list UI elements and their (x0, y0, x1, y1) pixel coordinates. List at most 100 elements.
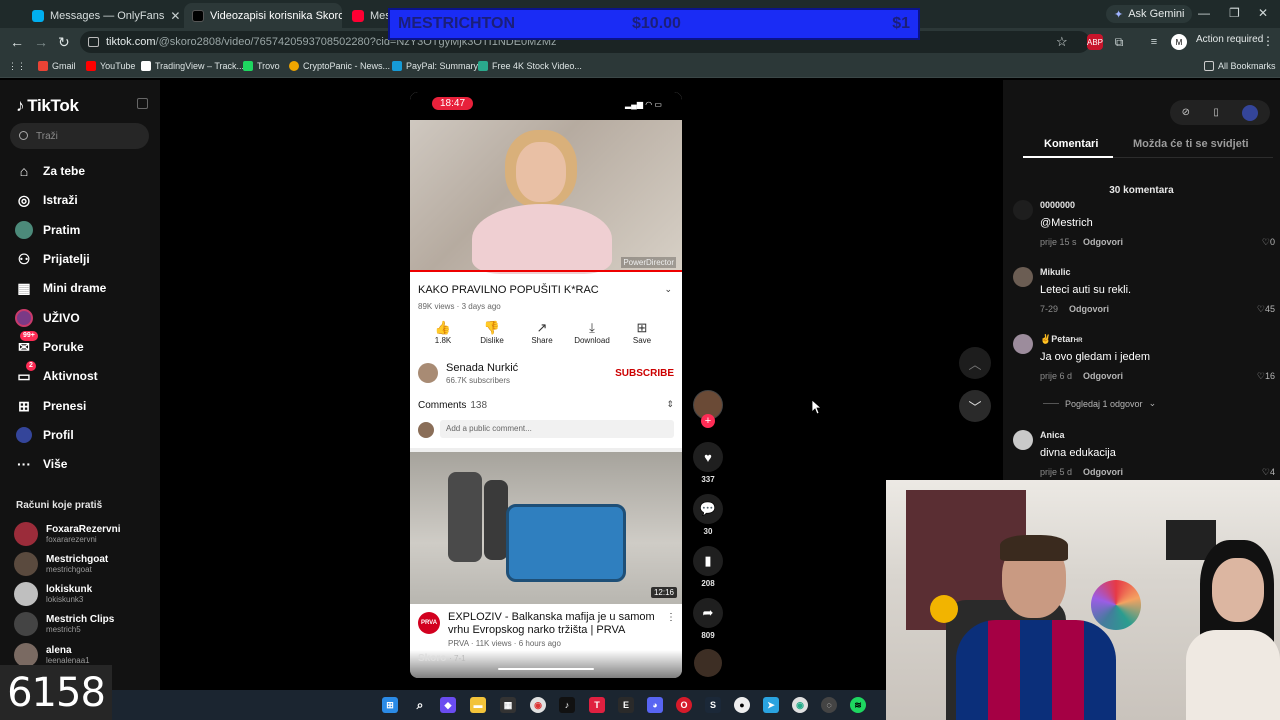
download-button[interactable]: ⤓ Download (567, 320, 617, 345)
forward-icon[interactable]: → (34, 34, 48, 50)
next-video-button[interactable]: ﹀ (959, 390, 991, 422)
followed-account[interactable]: lokiskunk lokiskunk3 (14, 580, 92, 608)
dislike-button[interactable]: 👎 Dislike (467, 320, 517, 345)
chrome-profile-icon[interactable]: ◉ (792, 697, 808, 713)
bookmark-gmail[interactable]: Gmail (38, 61, 76, 71)
nav-explore[interactable]: ◎ Istraži (14, 188, 78, 212)
bookmark-trovo[interactable]: Trovo (243, 61, 280, 71)
ask-gemini-button[interactable]: ✦ Ask Gemini (1106, 5, 1193, 23)
tab-suggestions[interactable]: Možda će ti se svidjeti (1133, 138, 1249, 150)
reply-button[interactable]: Odgovori (1083, 467, 1123, 477)
chrome-icon[interactable]: ◉ (530, 697, 546, 713)
comment-like-button[interactable]: ♡45 (1257, 304, 1275, 315)
comments-header[interactable]: Comments 138 (418, 400, 487, 411)
epic-games-icon[interactable]: E (618, 697, 634, 713)
followed-account[interactable]: Mestrich Clips mestrich5 (14, 610, 114, 638)
previous-video-button[interactable]: ︿ (959, 347, 991, 379)
minimize-icon[interactable]: — (1198, 6, 1210, 20)
store-icon[interactable]: ▦ (500, 697, 516, 713)
extensions-icon[interactable]: ⧉ (1111, 34, 1127, 50)
back-icon[interactable]: ← (10, 34, 24, 50)
nav-mini-drama[interactable]: ▦ Mini drame (14, 276, 106, 300)
obs-icon[interactable]: ● (734, 697, 750, 713)
youtube-video-thumbnail[interactable]: PowerDirector (410, 120, 682, 274)
avatar[interactable] (1013, 334, 1033, 354)
media-controls-icon[interactable]: ≡ (1146, 34, 1162, 50)
bookmark-cryptopanic[interactable]: CryptoPanic - News... (289, 61, 390, 71)
nav-for-you[interactable]: ⌂ Za tebe (14, 159, 85, 183)
tiktok-logo[interactable]: ♪ TikTok (16, 96, 79, 116)
trovo-app-icon[interactable]: T (589, 697, 605, 713)
bookmark-tradingview[interactable]: TradingView – Track... (141, 61, 244, 71)
tiktok-video-player[interactable]: 18:47 ▂▄▆ ◠ ▭ PowerDirector KAKO PRAVILN… (410, 92, 682, 678)
avatar[interactable] (1013, 430, 1033, 450)
comment-username[interactable]: ✌PetarHR (1040, 334, 1082, 345)
copilot-icon[interactable]: ◆ (440, 697, 456, 713)
apps-grid-icon[interactable]: ⋮⋮ (8, 61, 26, 72)
search-input[interactable]: Traži (10, 123, 149, 149)
reply-button[interactable]: Odgovori (1083, 237, 1123, 247)
nav-upload[interactable]: ⊞ Prenesi (14, 394, 86, 418)
bookmark-paypal[interactable]: PayPal: Summary (392, 61, 478, 71)
tiktok-progress-bar[interactable] (498, 668, 594, 670)
subscribe-button[interactable]: SUBSCRIBE (615, 368, 674, 379)
reload-icon[interactable]: ↻ (58, 34, 70, 51)
save-button[interactable]: ⊞ Save (617, 320, 667, 345)
nav-more[interactable]: ··· Više (14, 452, 67, 476)
video-author[interactable]: Skoro · 7-1 (418, 653, 466, 664)
spotify-icon[interactable]: ≋ (850, 697, 866, 713)
recommended-video-title[interactable]: EXPLOZIV - Balkanska mafija je u samom v… (448, 611, 668, 637)
reply-button[interactable]: Odgovori (1069, 304, 1109, 314)
comment-username[interactable]: 0000000 (1040, 200, 1075, 210)
file-explorer-icon[interactable]: ▬ (470, 697, 486, 713)
avatar[interactable] (1013, 267, 1033, 287)
channel-avatar[interactable] (418, 363, 438, 383)
tiktok-icon[interactable]: ♪ (559, 697, 575, 713)
nav-messages[interactable]: ✉ 99+ Poruke (14, 331, 84, 359)
share-button[interactable]: ↗ Share (517, 320, 567, 345)
channel-name[interactable]: Senada Nurkić (446, 362, 518, 374)
app-icon[interactable]: ◌ (821, 697, 837, 713)
nav-profile[interactable]: Profil (14, 423, 74, 447)
discord-icon[interactable]: ◕ (647, 697, 663, 713)
bookmark-star-icon[interactable]: ☆ (1056, 34, 1068, 50)
comment-username[interactable]: Mikulic (1040, 267, 1071, 277)
share-video-button[interactable]: ➦ 809 (693, 598, 723, 640)
channel-avatar[interactable]: PRVA (418, 612, 440, 634)
expand-icon[interactable]: ⇕ (666, 399, 674, 410)
adblock-icon[interactable]: ABP (1087, 34, 1103, 50)
nav-activity[interactable]: ▭ 2 Aktivnost (14, 361, 98, 388)
followed-account[interactable]: Mestrichgoat mestrichgoat (14, 550, 108, 578)
comment-username[interactable]: Anica (1040, 430, 1065, 440)
nav-friends[interactable]: ⚇ Prijatelji (14, 247, 90, 271)
bookmark-stock-video[interactable]: Free 4K Stock Video... (478, 61, 582, 71)
chevron-down-icon[interactable]: ⌄ (664, 284, 672, 295)
avatar[interactable] (1013, 200, 1033, 220)
all-bookmarks-button[interactable]: All Bookmarks (1204, 61, 1276, 71)
opera-icon[interactable]: O (676, 697, 692, 713)
tab-tiktok[interactable]: Videozapisi korisnika Skoro ✕ (184, 3, 342, 28)
bookmark-youtube[interactable]: YouTube (86, 61, 135, 71)
followed-account[interactable]: FoxaraRezervni foxararezervni (14, 520, 120, 548)
user-avatar[interactable] (1242, 104, 1259, 121)
close-tab-icon[interactable]: ✕ (164, 9, 180, 23)
search-icon[interactable]: ⌕ (412, 697, 428, 713)
comment-like-button[interactable]: ♡4 (1262, 467, 1275, 478)
comment-like-button[interactable]: ♡0 (1262, 237, 1275, 248)
video-progress-bar[interactable] (410, 270, 682, 272)
reply-button[interactable]: Odgovori (1083, 371, 1123, 381)
maximize-icon[interactable]: ❐ (1229, 6, 1240, 20)
nav-live[interactable]: UŽIVO (14, 306, 80, 330)
device-icon[interactable]: ▯ (1213, 107, 1219, 118)
recommended-video-thumbnail[interactable]: 12:16 (410, 452, 682, 604)
chrome-menu-icon[interactable]: ⋮ (1262, 34, 1274, 48)
view-replies-button[interactable]: Pogledaj 1 odgovor ⌄ (1043, 398, 1156, 409)
steam-icon[interactable]: S (705, 697, 721, 713)
profile-avatar-icon[interactable]: M (1171, 34, 1187, 50)
tab-youtube[interactable]: Mestri (344, 3, 394, 28)
music-disc-icon[interactable] (694, 649, 722, 677)
comment-input[interactable]: Add a public comment... (440, 420, 674, 438)
more-options-icon[interactable]: ⋮ (666, 612, 676, 623)
action-required-button[interactable]: Action required (1196, 34, 1263, 45)
tab-onlyfans[interactable]: Messages — OnlyFans ✕ (24, 3, 182, 28)
